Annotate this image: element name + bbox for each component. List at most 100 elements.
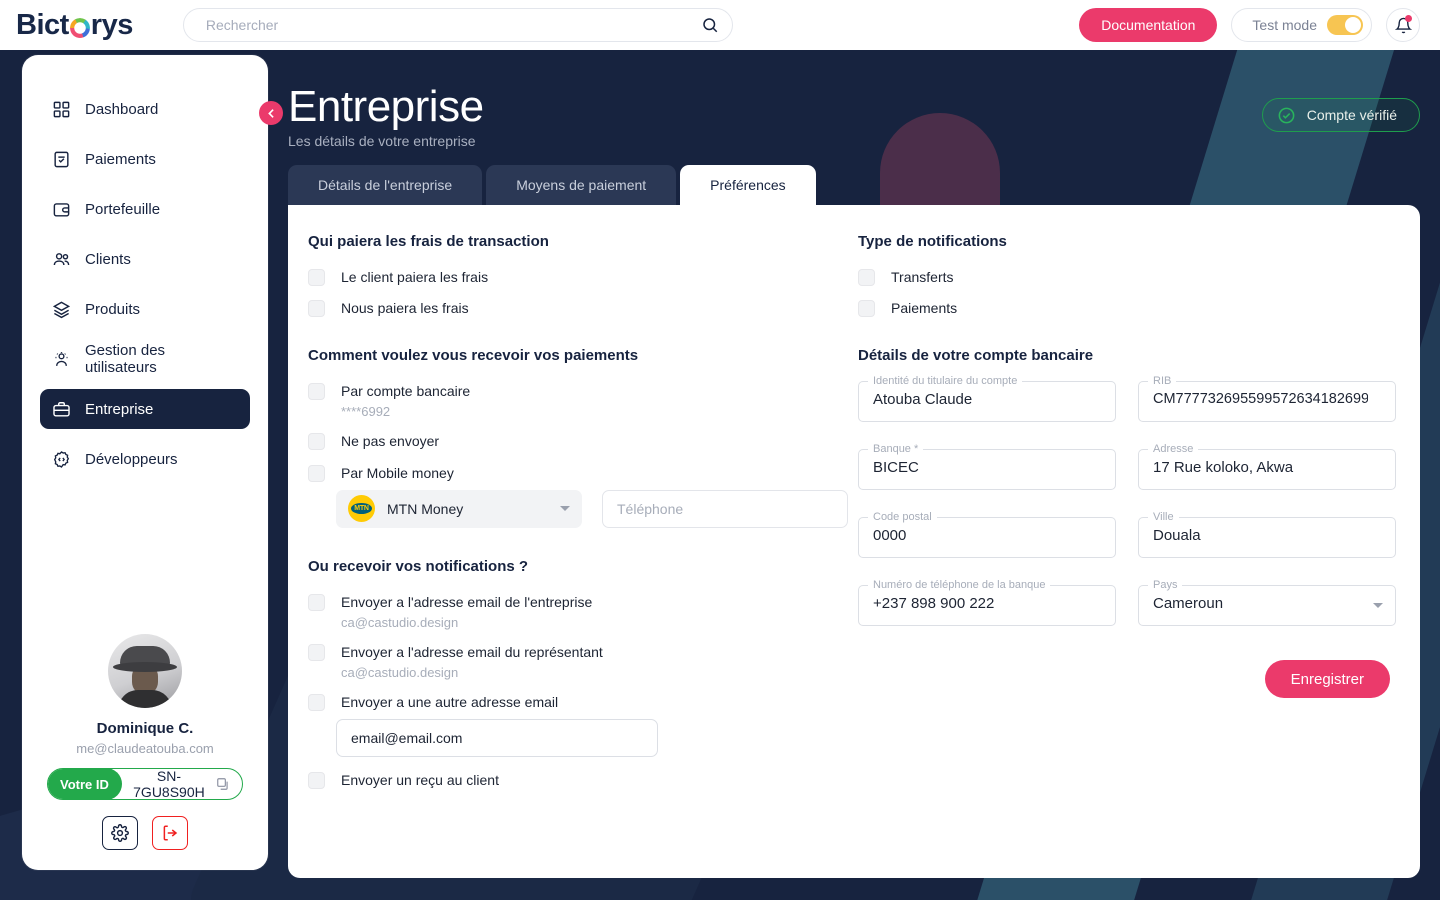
checkbox-label: Envoyer a l'adresse email du représentan… (341, 643, 603, 660)
page-header: Entreprise Les détails de votre entrepri… (288, 82, 484, 149)
test-mode-toggle[interactable]: Test mode (1231, 8, 1372, 42)
tab-details-entreprise[interactable]: Détails de l'entreprise (288, 165, 483, 205)
save-button[interactable]: Enregistrer (1264, 660, 1390, 699)
checkbox-notify-transfers[interactable] (858, 269, 875, 286)
checkbox-row[interactable]: Transferts (858, 268, 1396, 286)
field-label: Banque * (873, 443, 919, 456)
bank-details-form: Identité du titulaire du compte Atouba C… (858, 376, 1396, 627)
sidebar-item-produits[interactable]: Produits (40, 289, 250, 329)
sidebar-item-paiements[interactable]: Paiements (40, 139, 250, 179)
mtn-logo-text: MTN (351, 503, 372, 515)
checkbox-row[interactable]: Par compte bancaire ****6992 (308, 382, 848, 419)
profile-actions (40, 816, 250, 850)
preferences-right-column: Type de notifications Transferts Paiemen… (848, 233, 1396, 878)
checkbox-we-pay-fees[interactable] (308, 300, 325, 318)
checkbox-row[interactable]: Envoyer a l'adresse email du représentan… (308, 643, 848, 680)
sidebar-item-dashboard[interactable]: Dashboard (40, 89, 250, 129)
sidebar-collapse-button[interactable] (259, 101, 283, 125)
field-value: CM7777326955995726341826992 (1153, 391, 1368, 408)
mobile-money-phone-input[interactable] (602, 489, 848, 528)
field-postal-code[interactable]: Code postal 0000 (858, 512, 1116, 559)
other-email-input[interactable] (336, 718, 658, 757)
sidebar-item-gestion-utilisateurs[interactable]: Gestion des utilisateurs (40, 339, 250, 379)
app-logo[interactable]: Bict rys (16, 9, 133, 42)
chevron-down-icon[interactable] (1373, 603, 1383, 609)
field-rib[interactable]: RIB CM7777326955995726341826992 (1138, 376, 1396, 423)
checkbox-row[interactable]: Paiements (858, 299, 1396, 318)
checkbox-bank-account[interactable] (308, 383, 325, 401)
account-id-value: SN-7GU8S90H (133, 768, 205, 800)
checkbox-row[interactable]: Ne pas envoyer (308, 432, 848, 451)
notifications-destination-heading: Ou recevoir vos notifications ? (308, 557, 529, 575)
checkbox-other-email[interactable] (308, 693, 325, 711)
top-bar: Bictrys Documentation Test mode (0, 0, 1440, 50)
checkbox-send-receipt[interactable] (308, 771, 325, 789)
logout-button[interactable] (152, 816, 188, 850)
copy-icon[interactable] (216, 777, 230, 791)
logo-text-part2: rys (90, 8, 134, 41)
checkbox-label: Par compte bancaire (341, 383, 471, 400)
checkbox-label: Par Mobile money (341, 464, 454, 481)
sidebar-item-portefeuille[interactable]: Portefeuille (40, 189, 250, 229)
mobile-money-row: MTN MTN Money (336, 489, 848, 528)
notifications-button[interactable] (1386, 8, 1420, 42)
sidebar-item-label: Clients (85, 250, 131, 268)
field-address[interactable]: Adresse 17 Rue koloko, Akwa (1138, 444, 1396, 491)
checkbox-representative-email[interactable] (308, 643, 325, 661)
save-row: Enregistrer (858, 660, 1396, 699)
settings-button[interactable] (102, 816, 138, 850)
checkbox-row[interactable]: Le client paiera les frais (308, 268, 848, 286)
checkbox-row[interactable]: Envoyer un reçu au client (308, 771, 848, 789)
tab-preferences[interactable]: Préférences (680, 165, 816, 205)
checkbox-client-pays-fees[interactable] (308, 269, 325, 286)
mobile-money-provider-select[interactable]: MTN MTN Money (336, 489, 582, 528)
bank-details-heading: Détails de votre compte bancaire (858, 347, 1094, 365)
preferences-left-column: Qui paiera les frais de transaction Le c… (308, 233, 848, 878)
briefcase-icon (53, 401, 70, 417)
field-bank-phone[interactable]: Numéro de téléphone de la banque +237 89… (858, 580, 1116, 627)
page-title: Entreprise (288, 82, 484, 131)
status-badge: Compte vérifié (1261, 98, 1420, 132)
checkbox-mobile-money[interactable] (308, 464, 325, 482)
sidebar-item-label: Produits (85, 300, 141, 318)
box-icon (52, 301, 71, 318)
checkbox-row[interactable]: Nous paiera les frais (308, 299, 848, 318)
field-value: +237 898 900 222 (873, 595, 995, 613)
code-gear-icon (53, 450, 70, 468)
mobile-money-provider-label: MTN Money (387, 500, 464, 517)
search-input[interactable] (182, 8, 733, 42)
sidebar-item-developpeurs[interactable]: Développeurs (40, 439, 250, 479)
page-subtitle: Les détails de votre entreprise (288, 133, 476, 149)
account-id-tag: Votre ID (48, 769, 122, 799)
field-account-holder[interactable]: Identité du titulaire du compte Atouba C… (858, 376, 1116, 423)
checkbox-notify-payments[interactable] (858, 300, 875, 318)
sidebar-item-entreprise[interactable]: Entreprise (40, 389, 250, 429)
checkbox-row[interactable]: Envoyer a une autre adresse email (308, 693, 848, 711)
test-mode-switch[interactable] (1327, 15, 1363, 35)
documentation-button[interactable]: Documentation (1079, 8, 1218, 42)
checkbox-company-email[interactable] (308, 593, 325, 611)
search-box (182, 8, 733, 42)
field-bank[interactable]: Banque * BICEC (858, 444, 1116, 491)
checkbox-label: Ne pas envoyer (341, 433, 440, 450)
checkbox-row[interactable]: Par Mobile money (308, 464, 848, 482)
checkbox-label: Envoyer a une autre adresse email (341, 693, 559, 710)
payout-section-heading: Comment voulez vous recevoir vos paiemen… (308, 347, 639, 365)
field-city[interactable]: Ville Douala (1138, 512, 1396, 559)
sidebar: Dashboard Paiements Portefeuille Clients… (22, 55, 268, 870)
tab-moyens-de-paiement[interactable]: Moyens de paiement (486, 165, 677, 205)
sidebar-item-label: Dashboard (85, 100, 159, 118)
sidebar-item-label: Gestion des utilisateurs (85, 342, 166, 376)
profile-name: Dominique C. (96, 720, 194, 737)
sidebar-item-label: Portefeuille (85, 200, 161, 218)
sidebar-item-clients[interactable]: Clients (40, 239, 250, 279)
field-label: Adresse (1153, 443, 1194, 456)
field-country[interactable]: Pays Cameroun (1138, 580, 1396, 627)
status-badge-label: Compte vérifié (1306, 107, 1397, 123)
checkbox-row[interactable]: Envoyer a l'adresse email de l'entrepris… (308, 593, 848, 630)
field-value: 17 Rue koloko, Akwa (1153, 459, 1294, 477)
checkbox-label: Nous paiera les frais (341, 300, 469, 317)
checkbox-do-not-send[interactable] (308, 433, 325, 451)
search-icon[interactable] (701, 16, 719, 39)
users-icon (53, 252, 70, 265)
